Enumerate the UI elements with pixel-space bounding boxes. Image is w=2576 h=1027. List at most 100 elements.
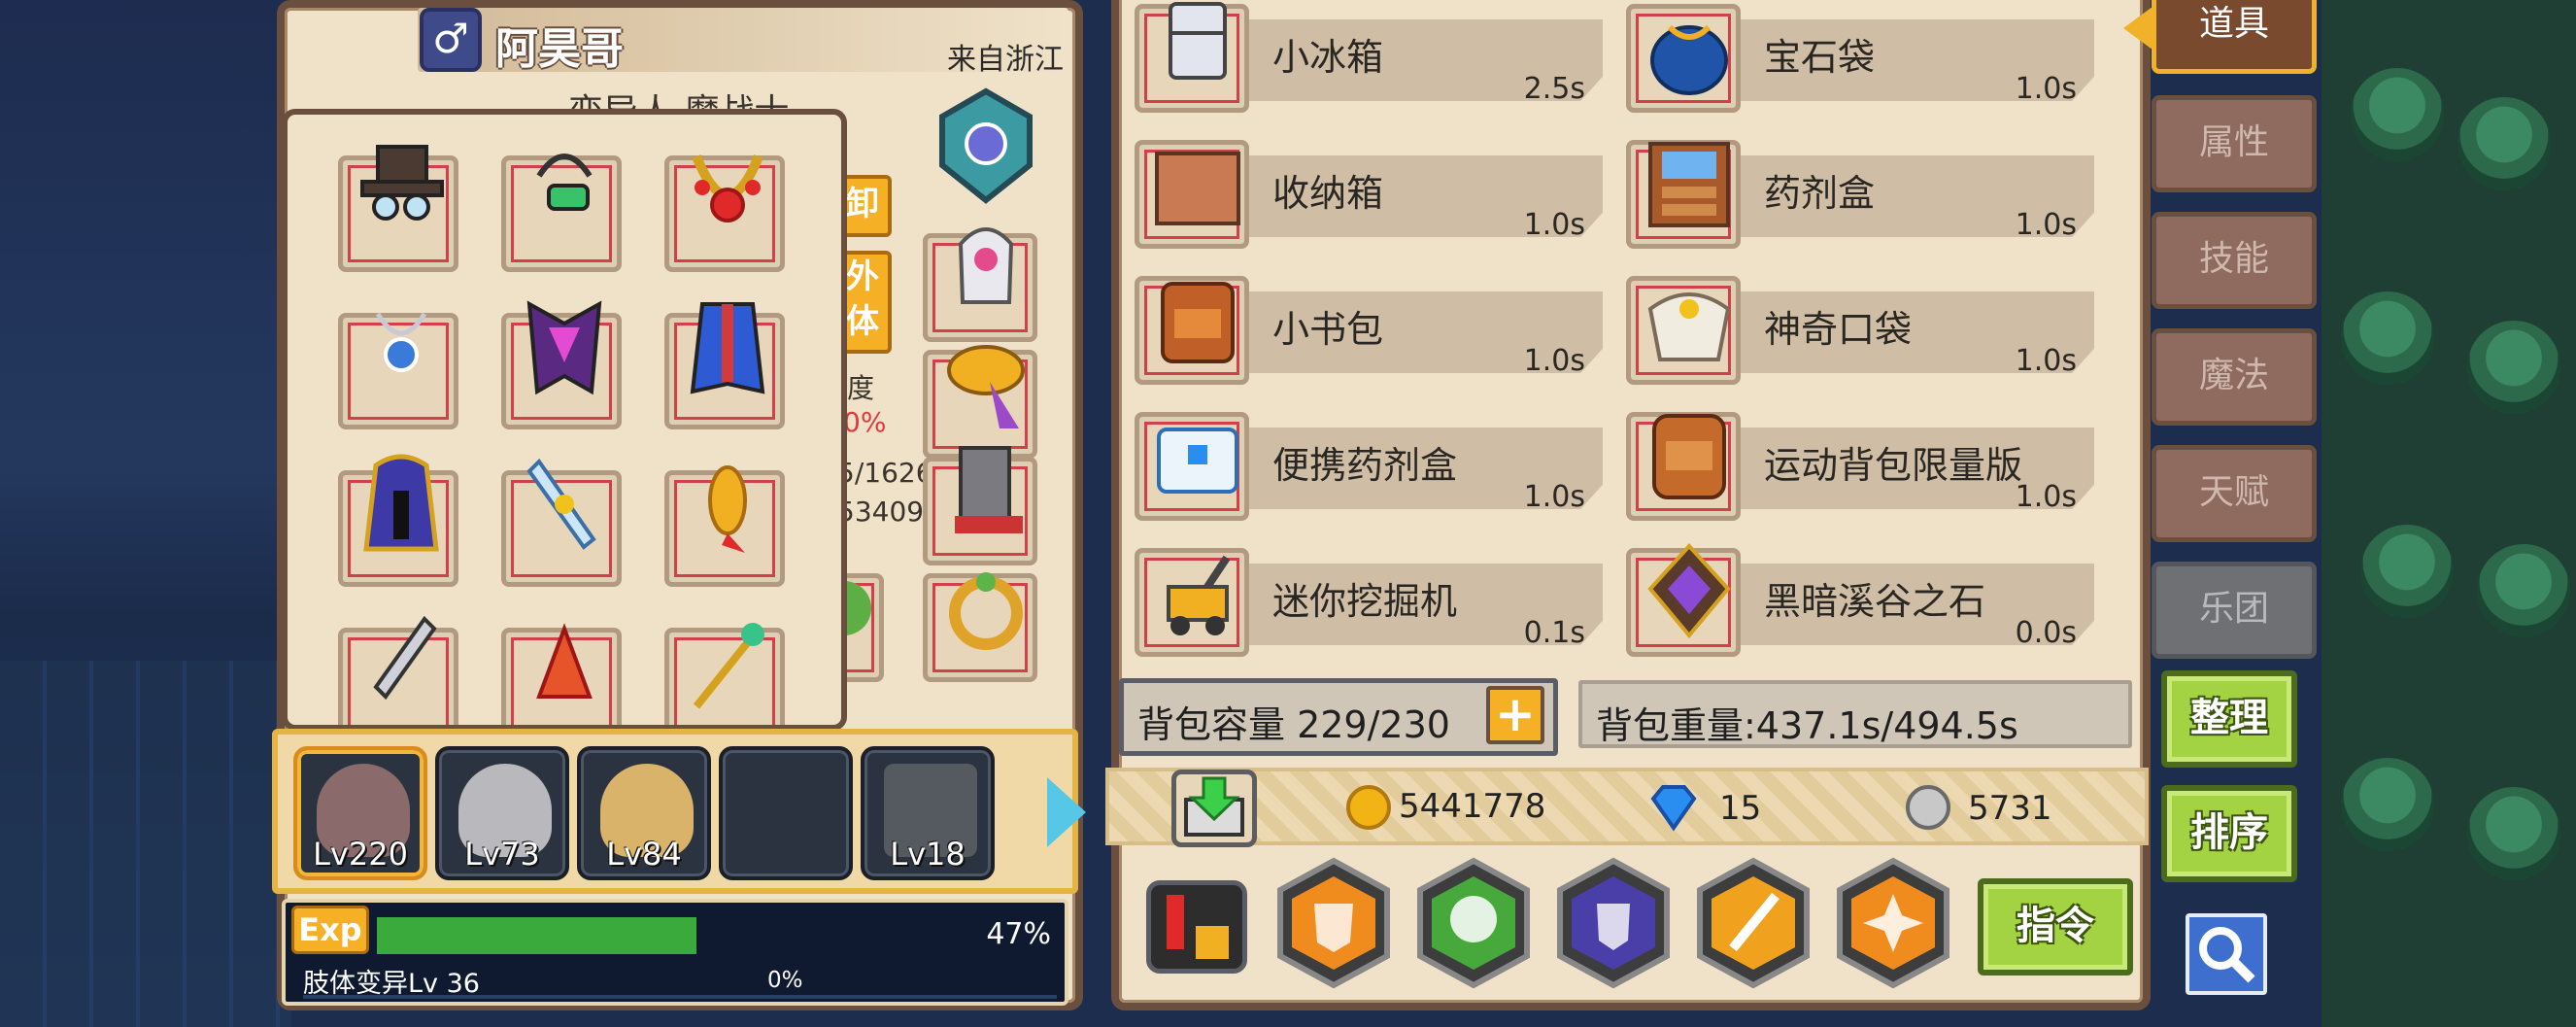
item-weight: 1.0s <box>2015 344 2077 378</box>
cape-icon <box>526 300 602 395</box>
robe-icon <box>363 454 439 552</box>
bag-weight: 背包重量:437.1s/494.5s <box>1596 704 2018 747</box>
party-member-5[interactable]: Lv18 <box>861 746 995 880</box>
shuriken-skill-button[interactable] <box>1830 855 1956 991</box>
equip-slot-staff[interactable] <box>664 623 785 725</box>
equip-slot-amulet[interactable] <box>338 312 458 429</box>
silver-coin-icon <box>1906 785 1950 830</box>
diamond-icon <box>1650 785 1697 832</box>
guard-skill-button[interactable] <box>1550 855 1677 991</box>
equip-slot-flame-weapon[interactable] <box>501 623 622 725</box>
item-weight: 1.0s <box>2015 208 2077 242</box>
inventory-item[interactable]: 药剂盒 1.0s <box>1626 134 2102 249</box>
party-member-empty[interactable] <box>719 746 853 880</box>
equip-slot-sword[interactable] <box>338 615 458 725</box>
top-hat-icon <box>360 145 444 221</box>
order-button[interactable]: 排序 <box>2161 785 2297 882</box>
limb-mutation-percent: 0% <box>767 968 803 993</box>
command-button[interactable]: 指令 <box>1978 878 2133 976</box>
item-icon-frame <box>1135 140 1249 249</box>
item-name: 黑暗溪谷之石 <box>1764 580 1986 623</box>
tab-band[interactable]: 乐团 <box>2152 562 2317 659</box>
tab-items[interactable]: 道具 <box>2152 0 2317 74</box>
shield-skill-button[interactable] <box>1271 855 1397 991</box>
right-background <box>2322 0 2576 1027</box>
character-name: 阿昊哥 <box>495 24 624 74</box>
gauntlet-icon <box>958 227 1014 304</box>
item-icon-frame <box>1135 548 1249 657</box>
tab-attributes[interactable]: 属性 <box>2152 95 2317 192</box>
item-icon-frame <box>1626 4 1741 113</box>
inventory-item[interactable]: 便携药剂盒 1.0s <box>1135 406 1610 521</box>
expand-bag-button[interactable]: + <box>1486 686 1544 744</box>
next-page-arrow-icon[interactable] <box>1047 777 1086 847</box>
inventory-item[interactable]: 神奇口袋 1.0s <box>1626 270 2102 385</box>
equip-slot-fish[interactable] <box>664 465 785 587</box>
inventory-item[interactable]: 黑暗溪谷之石 0.0s <box>1626 542 2102 657</box>
inventory-item[interactable]: 小书包 1.0s <box>1135 270 1610 385</box>
number-one-two-icon <box>1167 895 1229 959</box>
equip-slot-cape[interactable] <box>501 300 622 429</box>
item-weight: 0.1s <box>1523 616 1585 650</box>
coat-icon <box>690 302 765 394</box>
sort-12-button[interactable] <box>1146 880 1247 974</box>
item-weight: 1.0s <box>1523 344 1585 378</box>
item-weight: 1.0s <box>2015 72 2077 106</box>
fish-icon <box>708 465 747 553</box>
inventory-item[interactable]: 运动背包限量版 1.0s <box>1626 406 2102 521</box>
degree-percent: 0% <box>843 406 887 438</box>
boots-icon <box>955 446 1023 533</box>
amulet-icon <box>375 312 427 372</box>
equip-slot-blade[interactable] <box>501 458 622 587</box>
appearance-label-1: 外 <box>846 257 879 296</box>
item-icon <box>1647 292 1731 361</box>
degree-label: 度 <box>847 372 875 404</box>
equip-slot-hat[interactable] <box>338 145 458 272</box>
tree-skill-button[interactable] <box>1410 855 1537 991</box>
inventory-item[interactable]: 宝石袋 1.0s <box>1626 0 2102 113</box>
guild-crest-icon <box>932 87 1039 204</box>
item-icon <box>1155 152 1240 225</box>
item-icon <box>1650 24 1728 95</box>
search-button[interactable] <box>2186 913 2267 995</box>
deposit-button[interactable] <box>1171 770 1257 847</box>
party-member-1[interactable]: Lv220 <box>293 746 427 880</box>
equip-slot-gauntlet[interactable] <box>923 227 1037 342</box>
equip-slot-robe[interactable] <box>338 454 458 587</box>
exp-label: Exp <box>291 906 369 954</box>
bag-weight-box: 背包重量:437.1s/494.5s <box>1578 680 2132 748</box>
equip-slot-coat[interactable] <box>664 302 785 429</box>
equip-slot-boots[interactable] <box>923 446 1037 565</box>
inventory-item[interactable]: 迷你挖掘机 0.1s <box>1135 542 1610 657</box>
item-name: 运动背包限量版 <box>1764 444 2023 487</box>
inventory-item[interactable]: 小冰箱 2.5s <box>1135 0 1610 113</box>
appearance-label-2: 体 <box>846 302 879 341</box>
staff-icon <box>693 623 764 709</box>
item-name: 迷你挖掘机 <box>1272 580 1458 623</box>
item-name: 收纳箱 <box>1272 172 1384 215</box>
party-level: Lv84 <box>606 836 682 873</box>
party-level: Lv220 <box>313 836 408 873</box>
organize-button[interactable]: 整理 <box>2161 670 2297 768</box>
item-icon <box>1157 428 1238 494</box>
party-member-3[interactable]: Lv84 <box>577 746 711 880</box>
item-weight: 1.0s <box>1523 480 1585 514</box>
inventory-item[interactable]: 收纳箱 1.0s <box>1135 134 1610 249</box>
sword-skill-button[interactable] <box>1690 855 1816 991</box>
tab-magic[interactable]: 魔法 <box>2152 328 2317 426</box>
equip-slot-ring[interactable] <box>923 572 1037 682</box>
exp-fill <box>377 917 696 954</box>
party-member-2[interactable]: Lv73 <box>435 746 569 880</box>
item-icon-frame <box>1626 140 1741 249</box>
tab-talent[interactable]: 天赋 <box>2152 445 2317 542</box>
ring-icon <box>949 572 1023 650</box>
equip-slot-necklace[interactable] <box>664 154 785 272</box>
sword-icon <box>373 615 437 701</box>
tab-skills[interactable]: 技能 <box>2152 212 2317 309</box>
equip-slot-goggles[interactable] <box>501 154 622 272</box>
item-weight: 2.5s <box>1523 72 1585 106</box>
item-name: 宝石袋 <box>1764 36 1876 79</box>
gold-coin-icon <box>1346 785 1391 830</box>
stat-value-2: 53409 <box>837 496 925 528</box>
item-icon-frame <box>1135 276 1249 385</box>
